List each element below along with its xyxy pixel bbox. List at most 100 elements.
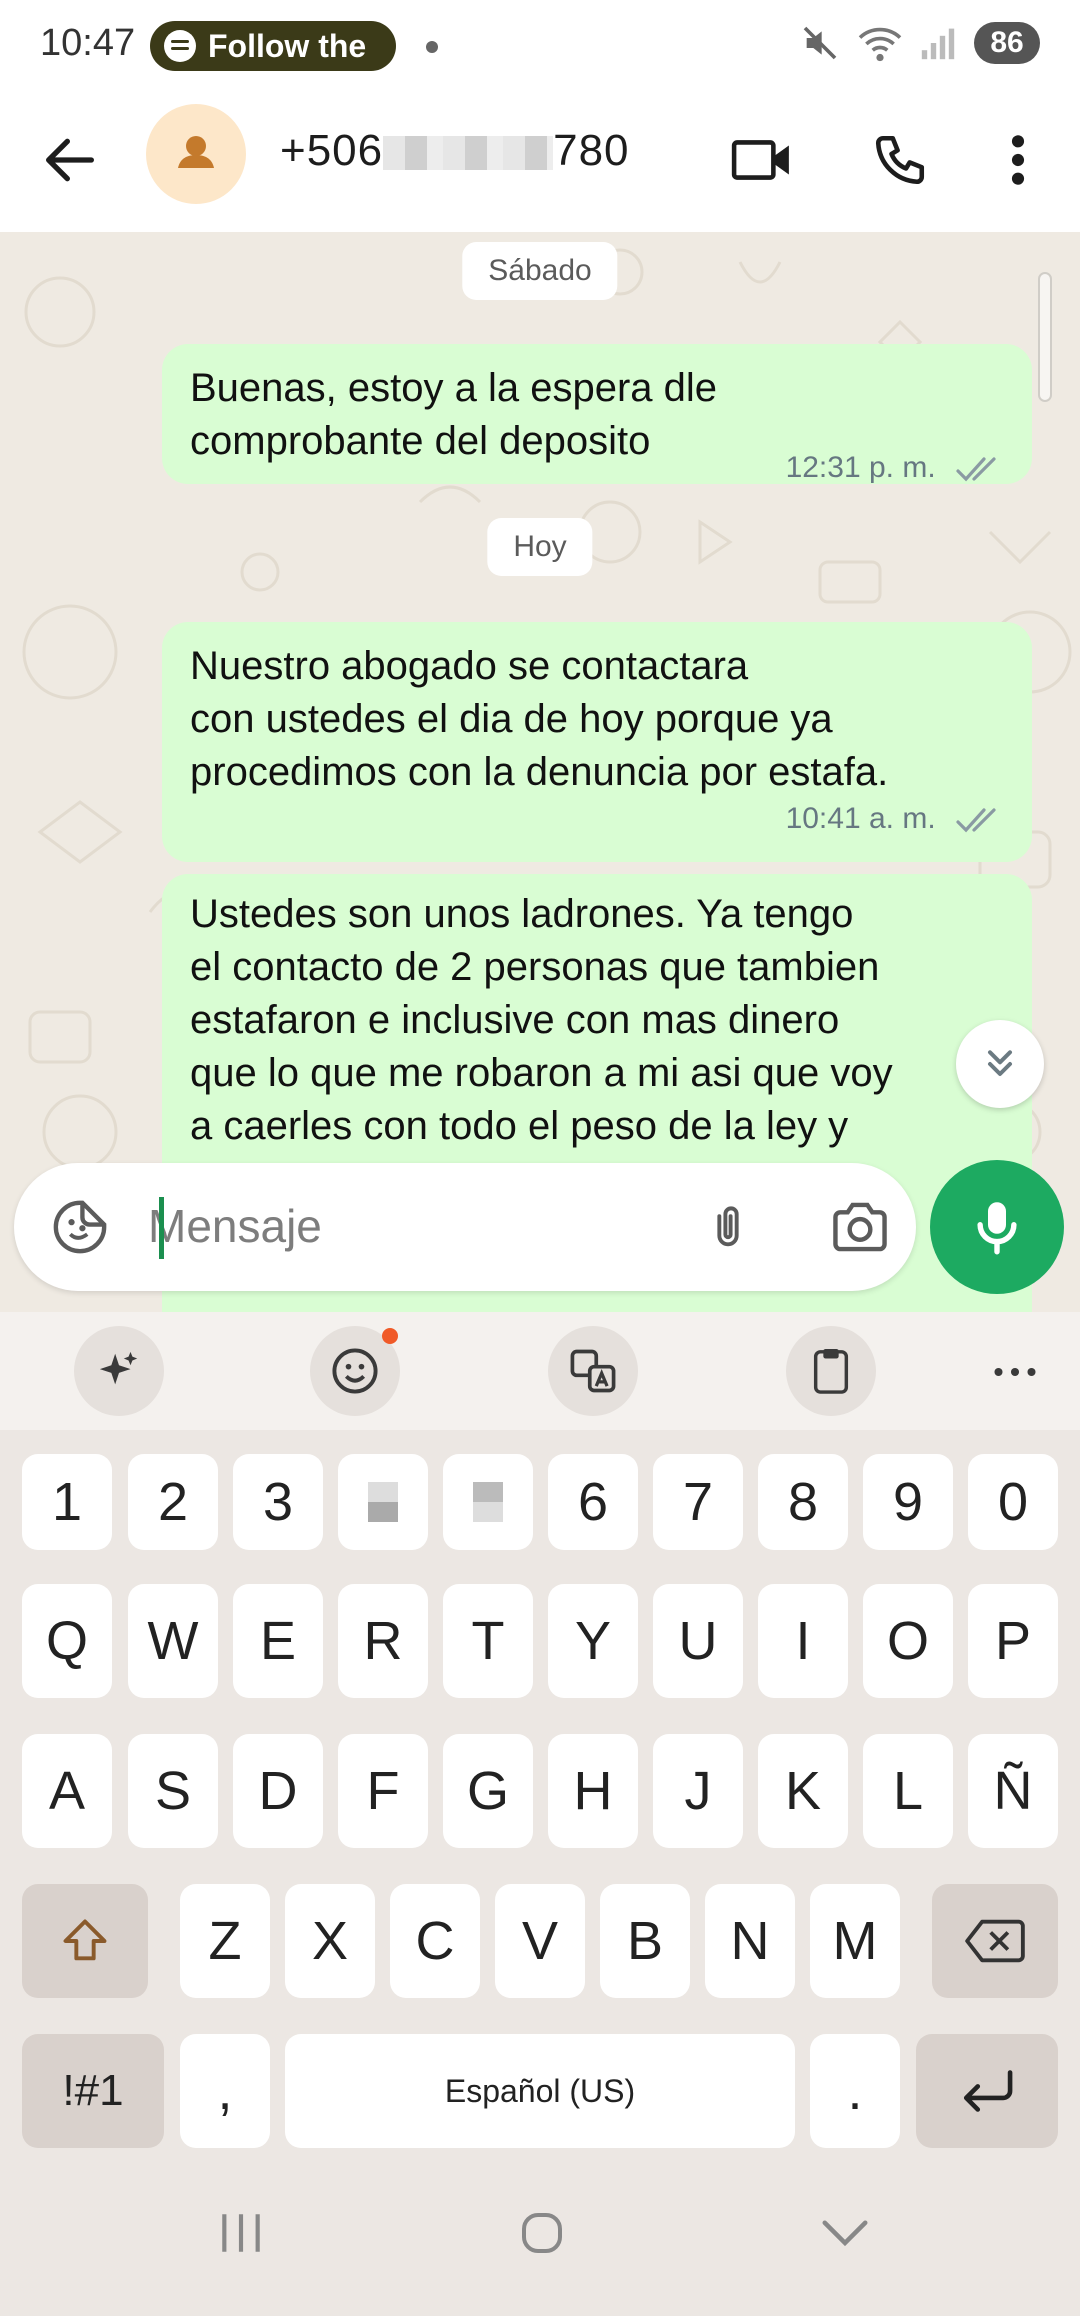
home-icon[interactable] (518, 2208, 566, 2258)
double-check-icon (956, 808, 996, 833)
key-m[interactable]: M (810, 1884, 900, 1998)
message-input[interactable] (148, 1193, 668, 1259)
translate-button[interactable] (548, 1326, 638, 1416)
attach-button[interactable] (688, 1187, 768, 1267)
key-s[interactable]: S (128, 1734, 218, 1848)
message-time: 10:41 a. m. (785, 802, 936, 835)
video-call-button[interactable] (724, 122, 800, 198)
key-t[interactable]: T (443, 1584, 533, 1698)
key-o[interactable]: O (863, 1584, 953, 1698)
media-notification-pill[interactable]: Follow the (150, 21, 396, 71)
back-arrow-icon[interactable] (38, 128, 102, 192)
video-camera-icon (731, 140, 789, 180)
key-i[interactable]: I (758, 1584, 848, 1698)
message-list[interactable]: Sábado Buenas, estoy a la espera dle com… (0, 232, 1080, 1312)
key-r[interactable]: R (338, 1584, 428, 1698)
recent-apps-icon[interactable] (216, 2210, 266, 2256)
key-z[interactable]: Z (180, 1884, 270, 1998)
redacted-block (383, 136, 554, 171)
text-cursor (159, 1197, 164, 1259)
key-g[interactable]: G (443, 1734, 533, 1848)
key-k[interactable]: K (758, 1734, 848, 1848)
message-bubble-2[interactable]: Nuestro abogado se contactara con ustede… (162, 622, 1032, 862)
key-c[interactable]: C (390, 1884, 480, 1998)
key-3[interactable]: 3 (233, 1454, 323, 1550)
key-p[interactable]: P (968, 1584, 1058, 1698)
message-bubble-1[interactable]: Buenas, estoy a la espera dle comprobant… (162, 344, 1032, 484)
key-6[interactable]: 6 (548, 1454, 638, 1550)
phone-icon (875, 135, 925, 185)
key-u[interactable]: U (653, 1584, 743, 1698)
key-n-tilde[interactable]: Ñ (968, 1734, 1058, 1848)
paperclip-icon (717, 1206, 739, 1247)
voice-call-button[interactable] (862, 122, 938, 198)
redacted-block (473, 1482, 503, 1522)
key-8[interactable]: 8 (758, 1454, 848, 1550)
key-5-redacted[interactable] (443, 1454, 533, 1550)
mute-icon (803, 26, 837, 60)
clipboard-icon (813, 1348, 849, 1394)
key-f[interactable]: F (338, 1734, 428, 1848)
key-q[interactable]: Q (22, 1584, 112, 1698)
enter-key[interactable] (916, 2034, 1058, 2148)
more-horizontal-icon (994, 1367, 1036, 1377)
signal-icon (921, 28, 955, 60)
key-e[interactable]: E (233, 1584, 323, 1698)
overflow-menu-button[interactable] (980, 122, 1056, 198)
emoji-icon (332, 1348, 378, 1394)
key-h[interactable]: H (548, 1734, 638, 1848)
camera-button[interactable] (820, 1187, 900, 1267)
battery-indicator: 86 (974, 22, 1040, 64)
key-l[interactable]: L (863, 1734, 953, 1848)
toolbar-more-button[interactable] (990, 1352, 1040, 1392)
key-j[interactable]: J (653, 1734, 743, 1848)
message-composer (14, 1163, 916, 1291)
voice-message-button[interactable] (930, 1160, 1064, 1294)
comma-key[interactable]: , (180, 2034, 270, 2148)
sticker-button[interactable] (40, 1187, 120, 1267)
wifi-icon (858, 27, 902, 62)
key-7[interactable]: 7 (653, 1454, 743, 1550)
translate-icon (570, 1349, 616, 1393)
message-meta: 10:41 a. m. (190, 801, 1004, 837)
shift-icon (63, 1919, 107, 1961)
shift-key[interactable] (22, 1884, 148, 1998)
contact-avatar[interactable] (146, 104, 246, 204)
emoji-button[interactable] (310, 1326, 400, 1416)
ai-tools-button[interactable] (74, 1326, 164, 1416)
sparkle-icon (99, 1351, 138, 1385)
hide-keyboard-icon[interactable] (818, 2214, 872, 2254)
key-0[interactable]: 0 (968, 1454, 1058, 1550)
person-icon (178, 136, 214, 168)
date-chip-today: Hoy (487, 518, 593, 576)
backspace-key[interactable] (932, 1884, 1058, 1998)
redacted-block (368, 1482, 398, 1522)
key-2[interactable]: 2 (128, 1454, 218, 1550)
microphone-icon (977, 1202, 1017, 1255)
key-x[interactable]: X (285, 1884, 375, 1998)
key-4-redacted[interactable] (338, 1454, 428, 1550)
key-n[interactable]: N (705, 1884, 795, 1998)
key-1[interactable]: 1 (22, 1454, 112, 1550)
period-key[interactable]: . (810, 2034, 900, 2148)
key-v[interactable]: V (495, 1884, 585, 1998)
keyboard-toolbar (0, 1312, 1080, 1430)
key-w[interactable]: W (128, 1584, 218, 1698)
key-y[interactable]: Y (548, 1584, 638, 1698)
contact-number[interactable]: +506 780 (280, 126, 630, 176)
key-9[interactable]: 9 (863, 1454, 953, 1550)
clipboard-button[interactable] (786, 1326, 876, 1416)
status-bar: 10:47 Follow the 86 (0, 0, 1080, 92)
whatsapp-chat-screen: 10:47 Follow the 86 +506 780 Sábado Buen… (0, 0, 1080, 2316)
symbols-key[interactable]: !#1 (22, 2034, 164, 2148)
system-navigation-bar (0, 2160, 1080, 2316)
key-b[interactable]: B (600, 1884, 690, 1998)
media-pill-text: Follow the (208, 27, 367, 64)
scrollbar-thumb[interactable] (1038, 272, 1052, 402)
key-a[interactable]: A (22, 1734, 112, 1848)
contact-number-suffix: 780 (553, 126, 630, 175)
more-vertical-icon (1011, 135, 1025, 185)
scroll-to-bottom-button[interactable] (956, 1020, 1044, 1108)
key-d[interactable]: D (233, 1734, 323, 1848)
space-key[interactable]: Español (US) (285, 2034, 795, 2148)
